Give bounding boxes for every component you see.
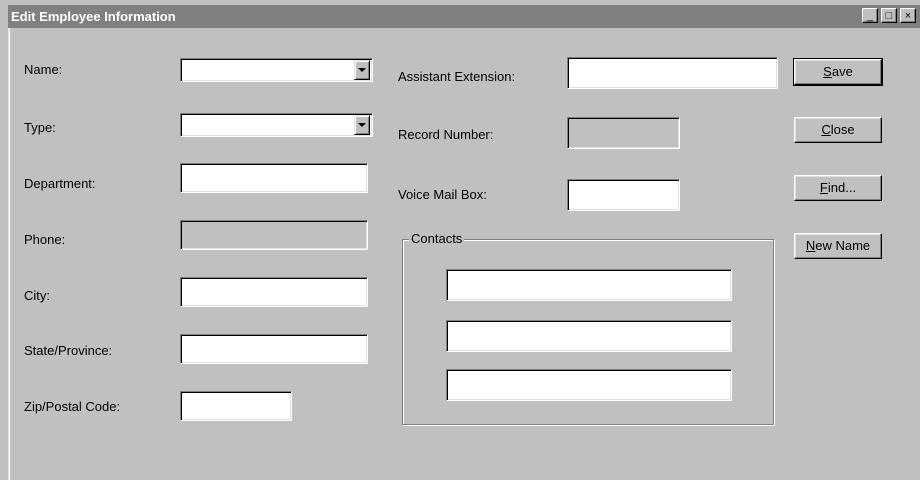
name-dropdown-button[interactable] (354, 60, 370, 80)
window-title: Edit Employee Information (11, 9, 176, 24)
state-province-label: State/Province: (24, 343, 113, 358)
new-name-accelerator: N (805, 238, 816, 253)
assistant-extension-label: Assistant Extension: (398, 69, 516, 84)
state-province-input[interactable] (180, 334, 368, 364)
type-input[interactable] (180, 113, 373, 137)
minimize-icon: _ (866, 10, 874, 22)
record-number-label: Record Number: (398, 127, 494, 142)
type-combobox[interactable] (180, 113, 373, 137)
chevron-down-icon (358, 68, 366, 72)
title-bar[interactable]: Edit Employee Information _ □ × (8, 5, 920, 28)
find-label: ind... (827, 180, 857, 195)
contact-input-3[interactable] (446, 369, 732, 401)
maximize-button[interactable]: □ (881, 8, 897, 23)
phone-label: Phone: (24, 232, 66, 247)
contact-input-1[interactable] (446, 269, 732, 301)
close-window-button[interactable]: × (900, 8, 916, 23)
name-combobox[interactable] (180, 58, 373, 82)
save-label: ave (831, 64, 853, 79)
chevron-down-icon (358, 123, 366, 127)
find-button[interactable]: Find... (794, 175, 882, 201)
close-label: lose (830, 122, 855, 137)
zip-postal-code-label: Zip/Postal Code: (24, 399, 121, 414)
save-accelerator: S (823, 64, 832, 79)
department-input[interactable] (180, 163, 368, 193)
maximize-icon: □ (885, 10, 893, 22)
department-label: Department: (24, 176, 96, 191)
type-dropdown-button[interactable] (354, 115, 370, 135)
voice-mail-box-input[interactable] (567, 179, 680, 211)
name-input[interactable] (180, 58, 373, 82)
assistant-extension-input[interactable] (567, 57, 778, 89)
minimize-button[interactable]: _ (862, 8, 878, 23)
find-accelerator: F (819, 180, 828, 195)
new-name-button[interactable]: New Name (794, 233, 882, 259)
save-button[interactable]: Save (793, 58, 883, 86)
phone-input (180, 220, 368, 250)
city-input[interactable] (180, 277, 368, 307)
close-button[interactable]: Close (794, 117, 882, 143)
close-icon: × (904, 10, 912, 22)
city-label: City: (24, 288, 50, 303)
close-accelerator: C (821, 122, 831, 137)
contacts-label: Contacts (409, 231, 465, 246)
name-label: Name: (24, 62, 63, 77)
voice-mail-box-label: Voice Mail Box: (398, 187, 487, 202)
type-label: Type: (24, 120, 56, 135)
contacts-groupbox: Contacts (402, 231, 774, 425)
record-number-input (567, 117, 680, 149)
edit-employee-window: Edit Employee Information _ □ × Name: Ty… (8, 5, 920, 480)
contact-input-2[interactable] (446, 320, 732, 352)
zip-postal-code-input[interactable] (180, 391, 292, 421)
new-name-label: ew Name (815, 238, 871, 253)
